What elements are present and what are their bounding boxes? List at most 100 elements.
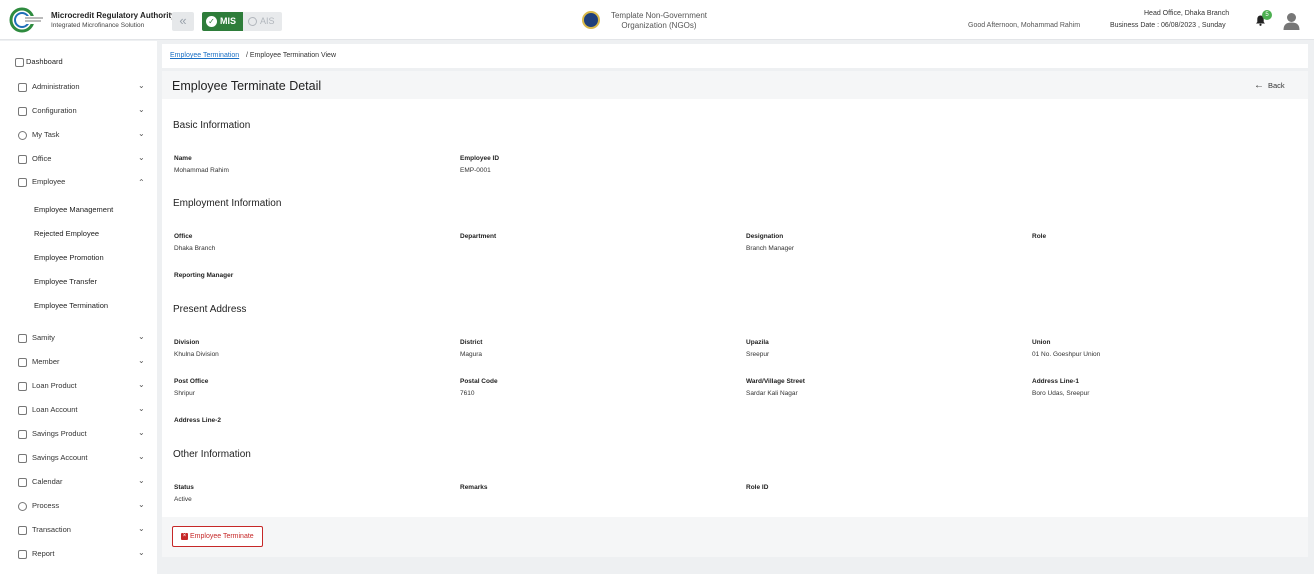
sidebar-item-dashboard[interactable]: Dashboard: [0, 55, 157, 71]
sidebar-item-label: Loan Product: [32, 381, 77, 390]
upazila-value: Sreepur: [746, 351, 770, 358]
employee-terminate-button[interactable]: × Employee Terminate: [172, 526, 263, 547]
org-subtitle: Integrated Microfinance Solution: [51, 22, 145, 29]
sidebar-item-my-task[interactable]: My Task ⌄: [0, 128, 157, 144]
section-present-address: Present Address: [173, 304, 247, 315]
sidebar-item-label: Calendar: [32, 477, 63, 486]
loan-account-icon: [18, 406, 27, 415]
chevron-down-icon: ⌄: [138, 332, 145, 341]
breadcrumb-link-employee-termination[interactable]: Employee Termination: [170, 52, 239, 59]
sidebar-sub-employee-management[interactable]: Employee Management: [34, 205, 113, 214]
sidebar-item-loan-product[interactable]: Loan Product ⌄: [0, 379, 157, 395]
chevron-down-icon: ⌄: [138, 81, 145, 90]
sidebar-item-process[interactable]: Process ⌄: [0, 499, 157, 515]
sidebar-item-employee[interactable]: Employee ⌃: [0, 175, 157, 191]
sidebar-item-label: Employee: [32, 177, 66, 186]
role-label: Role: [1032, 233, 1047, 240]
office-value: Dhaka Branch: [174, 245, 216, 252]
district-value: Magura: [460, 351, 483, 358]
office-icon: [18, 155, 27, 164]
chevron-down-icon: ⌄: [138, 356, 145, 365]
sidebar-item-label: Member: [32, 357, 60, 366]
sidebar-item-label: Loan Account: [32, 405, 78, 414]
sidebar-item-label: Savings Product: [32, 429, 87, 438]
sidebar-item-administration[interactable]: Administration ⌄: [0, 80, 157, 96]
sidebar-item-label: Office: [32, 154, 52, 163]
sidebar-sub-employee-termination[interactable]: Employee Termination: [34, 301, 108, 310]
close-square-icon: ×: [181, 533, 188, 540]
chevron-down-icon: ⌄: [138, 548, 145, 557]
ward-village-street-value: Sardar Kali Nagar: [746, 390, 798, 397]
chevron-down-icon: ⌄: [138, 380, 145, 389]
sidebar-item-report[interactable]: Report ⌄: [0, 547, 157, 563]
breadcrumb: Employee Termination / Employee Terminat…: [162, 44, 1308, 68]
status-label: Status: [174, 484, 194, 491]
sidebar-item-label: Configuration: [32, 106, 77, 115]
section-other-information: Other Information: [173, 449, 251, 460]
sidebar-item-label: My Task: [32, 130, 60, 139]
sidebar-item-samity[interactable]: Samity ⌄: [0, 331, 157, 347]
sidebar-item-office[interactable]: Office ⌄: [0, 152, 157, 168]
division-label: Division: [174, 339, 200, 346]
sidebar-sub-rejected-employee[interactable]: Rejected Employee: [34, 229, 99, 238]
member-icon: [18, 358, 27, 367]
sliders-icon: [18, 107, 27, 116]
upazila-label: Upazila: [746, 339, 769, 346]
mis-label: MIS: [220, 16, 237, 26]
action-bar: × Employee Terminate: [162, 517, 1308, 557]
district-label: District: [460, 339, 483, 346]
department-label: Department: [460, 233, 497, 240]
sidebar-item-loan-account[interactable]: Loan Account ⌄: [0, 403, 157, 419]
sidebar-item-label: Transaction: [32, 525, 71, 534]
back-button[interactable]: ← Back: [1254, 80, 1285, 91]
notification-badge: 5: [1262, 10, 1272, 20]
name-value: Mohammad Rahim: [174, 167, 229, 174]
post-office-label: Post Office: [174, 378, 209, 385]
transaction-icon: [18, 526, 27, 535]
postal-code-value: 7610: [460, 390, 475, 397]
sidebar-item-savings-product[interactable]: Savings Product ⌄: [0, 427, 157, 443]
ais-label: AIS: [260, 16, 275, 26]
savings-account-icon: [18, 454, 27, 463]
loan-product-icon: [18, 382, 27, 391]
sidebar-sub-employee-transfer[interactable]: Employee Transfer: [34, 277, 97, 286]
sidebar-item-transaction[interactable]: Transaction ⌄: [0, 523, 157, 539]
process-icon: [18, 502, 27, 511]
reporting-manager-label: Reporting Manager: [174, 272, 234, 279]
name-label: Name: [174, 155, 192, 162]
check-icon: ✓: [206, 16, 217, 27]
user-avatar-icon[interactable]: [1283, 12, 1300, 30]
chevron-down-icon: ⌄: [138, 404, 145, 413]
sidebar-item-member[interactable]: Member ⌄: [0, 355, 157, 371]
branch-name: Head Office, Dhaka Branch: [1144, 10, 1230, 17]
role-id-label: Role ID: [746, 484, 769, 491]
ward-village-street-label: Ward/Village Street: [746, 378, 805, 385]
postal-code-label: Postal Code: [460, 378, 498, 385]
sidebar-item-savings-account[interactable]: Savings Account ⌄: [0, 451, 157, 467]
sidebar-sub-employee-promotion[interactable]: Employee Promotion: [34, 253, 104, 262]
sidebar-collapse-button[interactable]: «: [172, 12, 194, 31]
report-icon: [18, 550, 27, 559]
sidebar-item-label: Dashboard: [26, 57, 63, 66]
top-header: Microcredit Regulatory Authority Integra…: [0, 0, 1314, 40]
designation-value: Branch Manager: [746, 245, 795, 252]
tenant-name: Template Non-Government Organization (NG…: [610, 11, 708, 30]
org-name: Microcredit Regulatory Authority: [51, 11, 176, 20]
tenant-seal-icon: [582, 11, 600, 29]
sidebar-item-calendar[interactable]: Calendar ⌄: [0, 475, 157, 491]
employee-id-label: Employee ID: [460, 155, 500, 162]
breadcrumb-current: / Employee Termination View: [246, 52, 337, 59]
address-line-1-value: Boro Udas, Sreepur: [1032, 390, 1090, 397]
ais-mode-button[interactable]: AIS: [246, 12, 275, 31]
employee-icon: [18, 178, 27, 187]
union-value: 01 No. Goeshpur Union: [1032, 351, 1101, 358]
mis-mode-button[interactable]: ✓ MIS: [202, 12, 243, 31]
business-date: Business Date : 06/08/2023 , Sunday: [1110, 22, 1226, 29]
remarks-label: Remarks: [460, 484, 488, 491]
user-greeting: Good Afternoon, Mohammad Rahim: [968, 22, 1081, 29]
back-label: Back: [1268, 81, 1285, 90]
samity-icon: [18, 334, 27, 343]
sidebar-item-configuration[interactable]: Configuration ⌄: [0, 104, 157, 120]
sidebar-item-label: Process: [32, 501, 60, 510]
savings-product-icon: [18, 430, 27, 439]
